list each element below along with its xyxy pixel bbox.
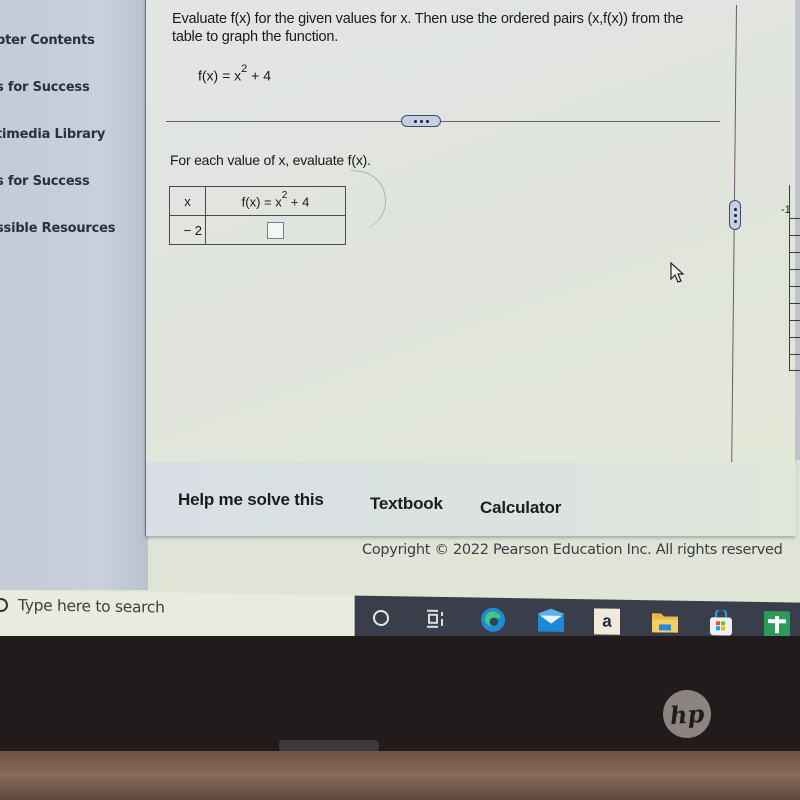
sidebar-item-label: s for Success [0, 80, 90, 95]
table-row: − 2 [169, 215, 346, 245]
header-fx: f(x) = x2 + 4 [205, 186, 346, 216]
grid-line [790, 354, 800, 355]
help-toolbar: Help me solve this Textbook Calculator [146, 462, 796, 536]
header-fx-exp: 2 [281, 189, 288, 201]
store-icon[interactable] [707, 609, 735, 637]
grid-line [790, 303, 800, 304]
copyright-text: Copyright © 2022 Pearson Education Inc. … [362, 542, 783, 558]
laptop-body [0, 751, 800, 800]
sidebar-item-chapter-contents[interactable]: pter Contents > [0, 30, 157, 54]
sidebar-item-multimedia-library[interactable]: timedia Library [0, 124, 148, 148]
sidebar-item-label: timedia Library [0, 127, 106, 142]
graph-tick-label: -1 [781, 204, 791, 216]
edge-icon[interactable] [479, 606, 507, 634]
grid-line [790, 370, 800, 371]
formula-base: f(x) = x [198, 67, 242, 84]
grid-line [790, 286, 800, 287]
taskbar-icons: a [355, 595, 800, 640]
header-fx-base: f(x) = x [241, 194, 282, 210]
sidebar-item-label: s for Success [0, 174, 90, 189]
sidebar: pter Contents > s for Success timedia Li… [0, 0, 157, 590]
screen: pter Contents > s for Success timedia Li… [0, 0, 800, 640]
vertical-divider [731, 4, 737, 463]
instruction-text: For each value of x, evaluate f(x). [170, 152, 371, 168]
file-explorer-icon[interactable] [651, 608, 679, 636]
textbook-link[interactable]: Textbook [370, 494, 443, 514]
mail-icon[interactable] [537, 606, 565, 634]
sidebar-item-skills-for-success[interactable]: s for Success > [0, 171, 157, 195]
values-table: x f(x) = x2 + 4 − 2 [169, 186, 346, 245]
amazon-glyph: a [594, 608, 620, 635]
table-header-row: x f(x) = x2 + 4 [169, 186, 346, 216]
grid-line [790, 218, 800, 219]
horizontal-divider [166, 121, 720, 122]
formula-tail: + 4 [247, 67, 272, 84]
dot-icon [419, 119, 423, 123]
grid-line [790, 252, 800, 253]
grid-line [790, 269, 800, 270]
grid-line [790, 235, 800, 236]
calculator-link[interactable]: Calculator [480, 498, 561, 518]
dot-icon [413, 119, 417, 123]
dot-icon [733, 213, 737, 217]
help-me-solve-this-link[interactable]: Help me solve this [178, 490, 324, 510]
sheets-icon[interactable] [763, 610, 791, 638]
cortana-icon[interactable] [367, 604, 395, 632]
dot-icon [733, 219, 737, 223]
header-x: x [169, 186, 206, 216]
expand-handle-horizontal[interactable] [401, 115, 441, 127]
dot-icon [733, 207, 737, 211]
question-prompt: Evaluate f(x) for the given values for x… [172, 11, 684, 45]
taskbar: Type here to search a [0, 590, 800, 640]
mouse-cursor-icon [670, 262, 685, 283]
formula-exponent: 2 [241, 63, 248, 75]
dot-icon [425, 119, 429, 123]
header-fx-tail: + 4 [287, 194, 310, 210]
grid-line [790, 337, 800, 338]
sidebar-item-label: ssible Resources [0, 221, 116, 236]
function-formula: f(x) = x2 + 4 [198, 63, 272, 84]
answer-input[interactable] [267, 221, 284, 239]
task-view-icon[interactable] [421, 605, 449, 633]
search-placeholder: Type here to search [18, 596, 165, 617]
sidebar-item-tools-for-success[interactable]: s for Success [0, 77, 148, 101]
expand-handle-vertical[interactable] [729, 200, 741, 230]
search-icon [0, 597, 8, 613]
amazon-icon[interactable]: a [593, 607, 621, 635]
fx-cell [205, 215, 346, 245]
taskbar-search-input[interactable]: Type here to search [0, 590, 355, 640]
sidebar-item-label: pter Contents [0, 33, 95, 48]
grid-line [790, 320, 800, 321]
decorative-arc [342, 169, 390, 235]
question-panel: Evaluate f(x) for the given values for x… [145, 0, 796, 536]
sidebar-item-accessible-resources[interactable]: ssible Resources [0, 218, 148, 242]
x-value: − 2 [169, 215, 206, 245]
